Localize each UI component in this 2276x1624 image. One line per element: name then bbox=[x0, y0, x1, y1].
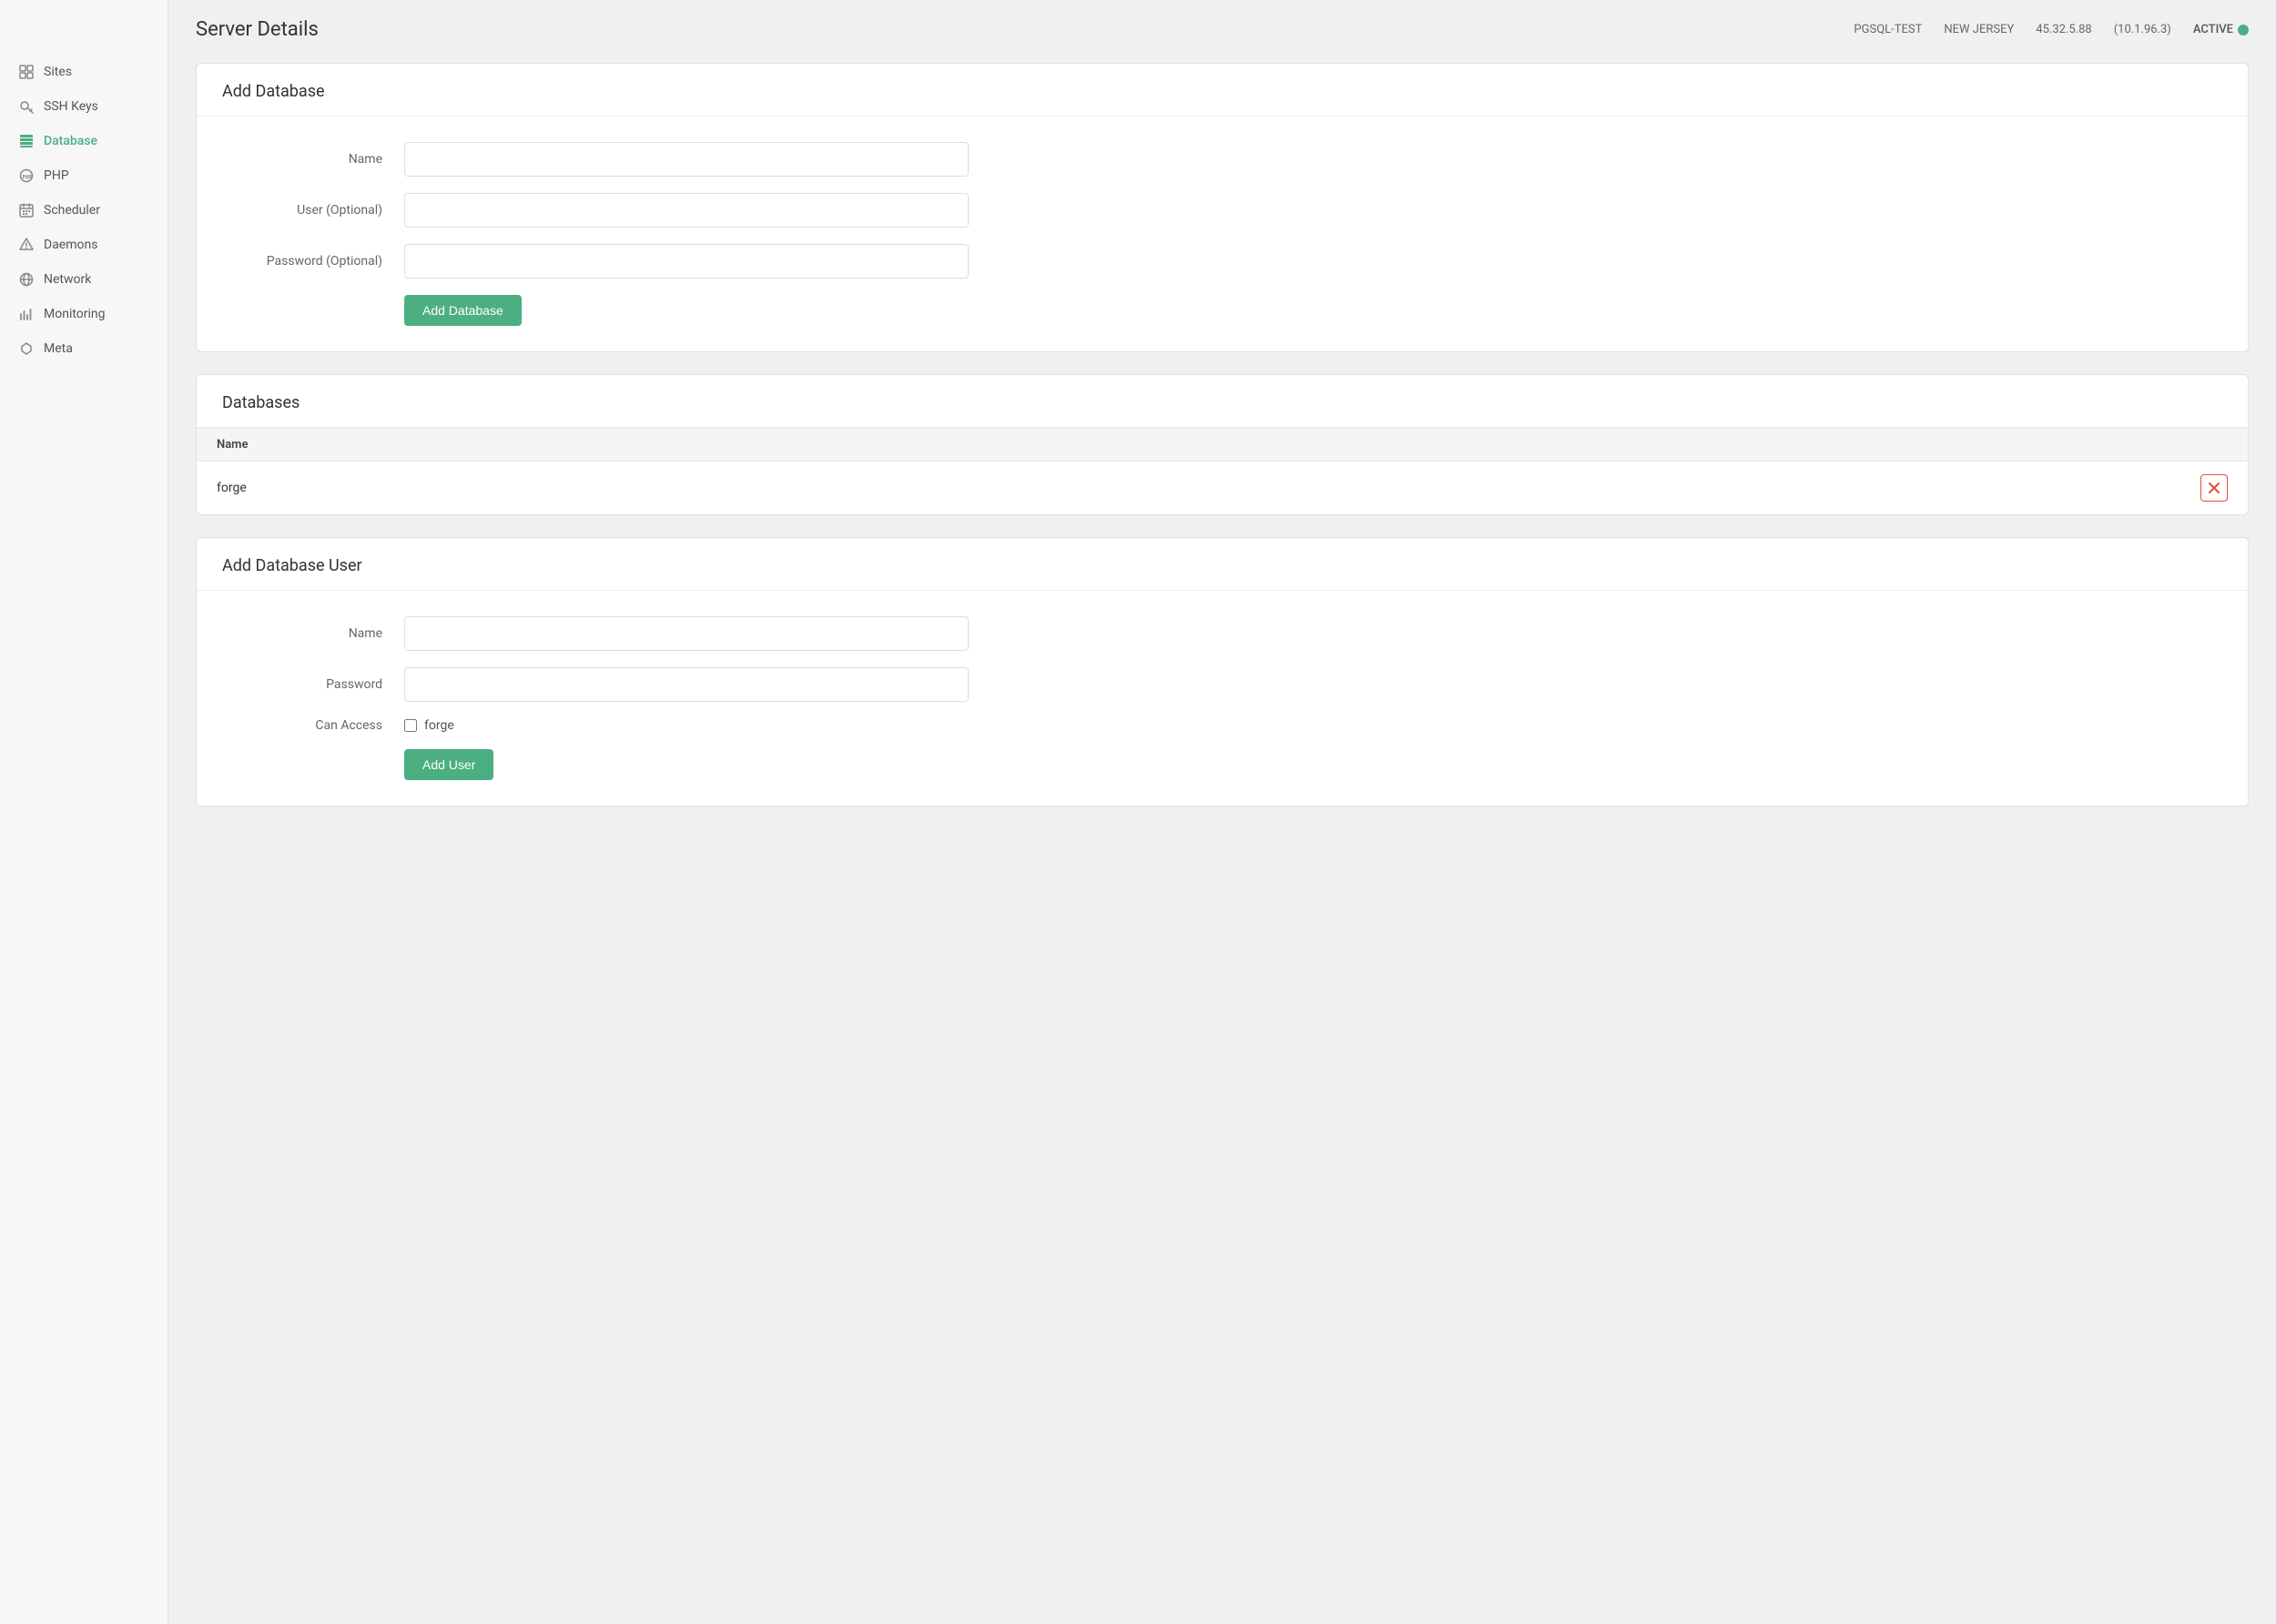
key-icon bbox=[18, 98, 35, 115]
add-user-name-row: Name bbox=[222, 616, 2222, 651]
add-database-title: Add Database bbox=[222, 82, 2222, 101]
sidebar: Sites SSH Keys Da bbox=[0, 0, 168, 1624]
add-db-password-input[interactable] bbox=[404, 244, 969, 279]
sidebar-item-database[interactable]: Database bbox=[0, 124, 168, 158]
delete-icon bbox=[2209, 482, 2220, 493]
add-db-name-input[interactable] bbox=[404, 142, 969, 177]
add-user-can-access-label: Can Access bbox=[222, 718, 404, 733]
meta-icon bbox=[18, 340, 35, 357]
add-db-user-row: User (Optional) bbox=[222, 193, 2222, 228]
sidebar-item-meta[interactable]: Meta bbox=[0, 331, 168, 366]
add-db-user-input[interactable] bbox=[404, 193, 969, 228]
svg-text:PHP: PHP bbox=[23, 175, 33, 181]
server-region: NEW JERSEY bbox=[1944, 23, 2014, 36]
sidebar-item-php[interactable]: PHP PHP bbox=[0, 158, 168, 193]
add-database-user-title: Add Database User bbox=[222, 556, 2222, 575]
database-row-name: forge bbox=[217, 481, 247, 495]
add-database-button[interactable]: Add Database bbox=[404, 295, 522, 326]
databases-col-name: Name bbox=[217, 438, 248, 452]
add-user-password-input[interactable] bbox=[404, 667, 969, 702]
status-label: ACTIVE bbox=[2193, 23, 2233, 36]
add-db-password-row: Password (Optional) bbox=[222, 244, 2222, 279]
server-ip-public: 45.32.5.88 bbox=[2036, 23, 2091, 36]
add-user-password-label: Password bbox=[222, 677, 404, 692]
delete-database-button[interactable] bbox=[2200, 474, 2228, 502]
header-meta: PGSQL-TEST NEW JERSEY 45.32.5.88 (10.1.9… bbox=[1854, 23, 2249, 36]
add-user-name-input[interactable] bbox=[404, 616, 969, 651]
can-access-options: forge bbox=[404, 718, 454, 733]
add-user-password-row: Password bbox=[222, 667, 2222, 702]
add-database-user-card-header: Add Database User bbox=[197, 538, 2248, 591]
table-row: forge bbox=[197, 462, 2248, 514]
sidebar-item-monitoring[interactable]: Monitoring bbox=[0, 297, 168, 331]
sidebar-item-network-label: Network bbox=[44, 272, 91, 287]
php-icon: PHP bbox=[18, 167, 35, 184]
sidebar-item-ssh-keys[interactable]: SSH Keys bbox=[0, 89, 168, 124]
add-database-form: Name User (Optional) Password (Optional)… bbox=[197, 117, 2248, 351]
add-user-actions: Add User bbox=[222, 749, 2222, 780]
scheduler-icon bbox=[18, 202, 35, 218]
sidebar-item-network[interactable]: Network bbox=[0, 262, 168, 297]
databases-list-title: Databases bbox=[222, 393, 2222, 412]
databases-table-header: Name bbox=[197, 428, 2248, 462]
add-user-can-access-row: Can Access forge bbox=[222, 718, 2222, 733]
add-database-card-header: Add Database bbox=[197, 64, 2248, 117]
databases-list-card: Databases Name forge bbox=[196, 374, 2249, 515]
server-ip-private: (10.1.96.3) bbox=[2114, 23, 2171, 36]
sidebar-item-scheduler-label: Scheduler bbox=[44, 203, 100, 218]
add-user-name-label: Name bbox=[222, 626, 404, 641]
sidebar-item-daemons[interactable]: Daemons bbox=[0, 228, 168, 262]
add-database-user-card: Add Database User Name Password Can Acce… bbox=[196, 537, 2249, 807]
main-content: Server Details PGSQL-TEST NEW JERSEY 45.… bbox=[168, 0, 2276, 1624]
forge-access-checkbox[interactable] bbox=[404, 719, 417, 732]
add-db-user-label: User (Optional) bbox=[222, 203, 404, 218]
add-db-name-label: Name bbox=[222, 152, 404, 167]
sidebar-item-php-label: PHP bbox=[44, 168, 69, 183]
add-database-user-form: Name Password Can Access forge bbox=[197, 591, 2248, 806]
add-database-actions: Add Database bbox=[222, 295, 2222, 326]
sidebar-item-meta-label: Meta bbox=[44, 341, 73, 356]
forge-access-label[interactable]: forge bbox=[424, 718, 454, 733]
sidebar-item-monitoring-label: Monitoring bbox=[44, 307, 106, 321]
server-name: PGSQL-TEST bbox=[1854, 23, 1922, 36]
status-dot bbox=[2238, 25, 2249, 36]
add-db-name-row: Name bbox=[222, 142, 2222, 177]
sidebar-item-ssh-keys-label: SSH Keys bbox=[44, 99, 98, 114]
add-database-card: Add Database Name User (Optional) Passwo… bbox=[196, 63, 2249, 352]
header: Server Details PGSQL-TEST NEW JERSEY 45.… bbox=[196, 18, 2249, 41]
sidebar-item-database-label: Database bbox=[44, 134, 97, 148]
sidebar-item-sites[interactable]: Sites bbox=[0, 55, 168, 89]
daemons-icon bbox=[18, 237, 35, 253]
sidebar-item-sites-label: Sites bbox=[44, 65, 72, 79]
page-title: Server Details bbox=[196, 18, 319, 41]
sidebar-item-daemons-label: Daemons bbox=[44, 238, 97, 252]
databases-list-header: Databases bbox=[197, 375, 2248, 428]
add-user-button[interactable]: Add User bbox=[404, 749, 493, 780]
network-icon bbox=[18, 271, 35, 288]
status-badge: ACTIVE bbox=[2193, 23, 2249, 36]
sidebar-item-scheduler[interactable]: Scheduler bbox=[0, 193, 168, 228]
add-db-password-label: Password (Optional) bbox=[222, 254, 404, 269]
sites-icon bbox=[18, 64, 35, 80]
database-icon bbox=[18, 133, 35, 149]
monitoring-icon bbox=[18, 306, 35, 322]
